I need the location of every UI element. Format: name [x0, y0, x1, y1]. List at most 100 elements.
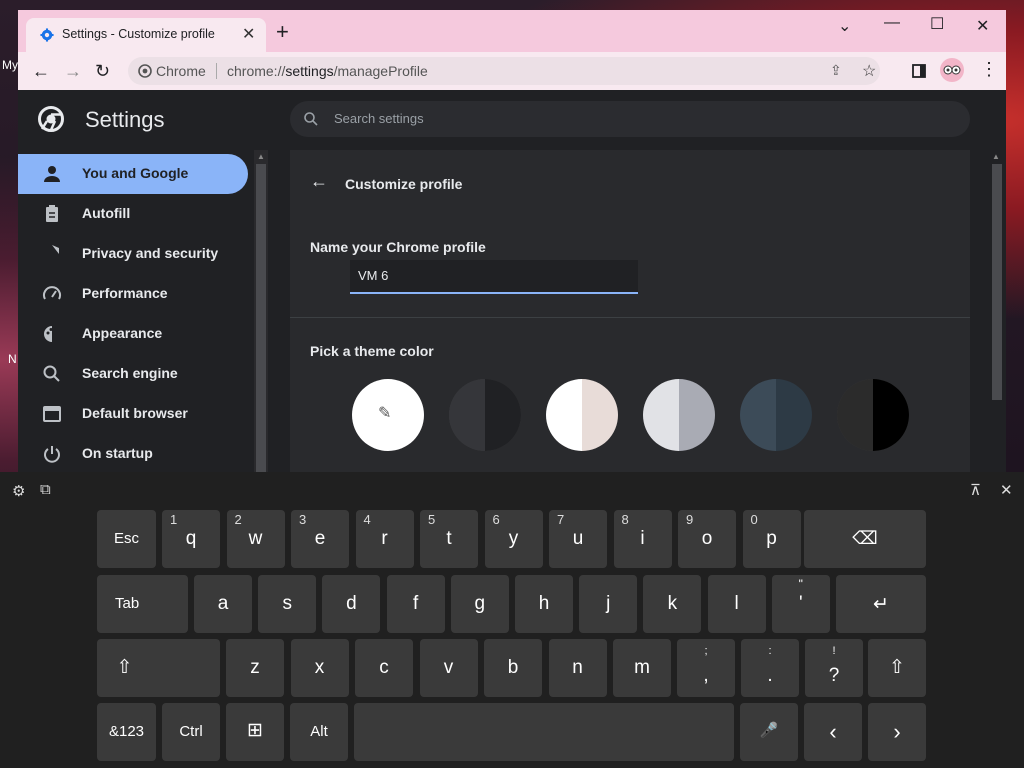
microphone-key[interactable]: 🎤	[740, 703, 798, 761]
key-w[interactable]: 2w	[226, 510, 285, 568]
key-punct[interactable]: !?	[805, 639, 863, 697]
key-o[interactable]: 9o	[678, 510, 736, 568]
minimize-button[interactable]: —	[884, 14, 900, 32]
key-punct[interactable]: ;,	[677, 639, 735, 697]
key-d[interactable]: d	[322, 575, 381, 633]
key-j[interactable]: j	[579, 575, 638, 633]
profile-name-field[interactable]	[350, 260, 642, 290]
kebab-menu-icon[interactable]: ⋮	[980, 60, 998, 78]
new-tab-button[interactable]: +	[276, 21, 289, 43]
key-a[interactable]: a	[194, 575, 252, 633]
sidebar-item-appearance[interactable]: Appearance	[18, 314, 248, 354]
key-b[interactable]: b	[484, 639, 542, 697]
maximize-button[interactable]: ☐	[930, 14, 944, 34]
theme-swatch-custom-color[interactable]: ✎	[352, 379, 424, 451]
key-p[interactable]: 0p	[742, 510, 801, 568]
theme-swatch-grey-dark[interactable]	[449, 379, 521, 451]
search-icon	[304, 112, 318, 126]
tab-close-icon[interactable]: ✕	[242, 24, 255, 44]
key-n[interactable]: n	[548, 639, 607, 697]
keyboard-settings-icon[interactable]: ⚙	[12, 482, 25, 500]
sidebar-item-label: Autofill	[82, 205, 131, 221]
left-arrow-key[interactable]: ‹	[804, 703, 862, 761]
key-u[interactable]: 7u	[549, 510, 607, 568]
share-icon[interactable]: ⇪	[830, 62, 842, 79]
key-m[interactable]: m	[613, 639, 671, 697]
key-s[interactable]: s	[258, 575, 317, 633]
sidebar-item-default-browser[interactable]: Default browser	[18, 394, 248, 434]
side-panel-icon[interactable]	[912, 64, 926, 78]
profile-name-input[interactable]	[350, 260, 642, 294]
sidebar-item-performance[interactable]: Performance	[18, 274, 248, 314]
browser-tab[interactable]: Settings - Customize profile ✕	[26, 18, 266, 52]
chrome-window: Settings - Customize profile ✕ + ⌄ — ☐ ✕…	[18, 10, 1006, 472]
key-l[interactable]: l	[707, 575, 766, 633]
key-v[interactable]: v	[419, 639, 478, 697]
sidebar-item-on-startup[interactable]: On startup	[18, 434, 248, 472]
main-scrollbar[interactable]: ▲	[988, 150, 1006, 472]
profile-avatar[interactable]	[940, 58, 964, 82]
key-f[interactable]: f	[386, 575, 445, 633]
key-x[interactable]: x	[290, 639, 349, 697]
tab-search-dropdown-icon[interactable]: ⌄	[838, 16, 851, 36]
back-arrow-icon[interactable]: ←	[310, 172, 328, 190]
key-y[interactable]: 6y	[484, 510, 543, 568]
right-shift-key[interactable]: ⇧	[868, 639, 926, 697]
key-r[interactable]: 4r	[355, 510, 414, 568]
keyboard-close-icon[interactable]: ✕	[1000, 481, 1013, 499]
eyedropper-icon: ✎	[378, 405, 392, 422]
scrollbar-thumb[interactable]	[256, 164, 266, 472]
key-t[interactable]: 5t	[420, 510, 478, 568]
key-h[interactable]: h	[515, 575, 573, 633]
chrome-logo-icon	[38, 106, 64, 132]
theme-swatch-black[interactable]	[837, 379, 909, 451]
forward-button[interactable]: →	[64, 61, 82, 81]
key-i[interactable]: 8i	[613, 510, 672, 568]
sidebar-item-autofill[interactable]: Autofill	[18, 194, 248, 234]
backspace-key[interactable]: ⌫	[804, 510, 926, 568]
key-q[interactable]: 1q	[162, 510, 220, 568]
address-bar[interactable]: Chrome chrome://settings/manageProfile ⇪…	[128, 57, 880, 85]
key-e[interactable]: 3e	[291, 510, 349, 568]
sidebar-item-label: On startup	[82, 445, 153, 461]
sidebar-item-label: Performance	[82, 285, 168, 301]
alt-key[interactable]: Alt	[290, 703, 348, 761]
theme-swatch-beige[interactable]	[546, 379, 618, 451]
key-z[interactable]: z	[226, 639, 284, 697]
bookmark-star-icon[interactable]: ☆	[862, 61, 876, 81]
theme-swatch-light-grey[interactable]	[643, 379, 715, 451]
reload-button[interactable]: ↻	[95, 61, 110, 81]
keyboard-dock-icon[interactable]: ⊼	[970, 481, 981, 499]
sidebar-scrollbar[interactable]: ▲	[254, 150, 268, 472]
scrollbar-thumb[interactable]	[992, 164, 1002, 400]
keyboard-layout-icon[interactable]: ⧉	[40, 481, 51, 498]
close-window-button[interactable]: ✕	[976, 16, 989, 36]
left-shift-key[interactable]: ⇧	[97, 639, 220, 697]
sidebar-item-label: You and Google	[82, 165, 189, 181]
key-esc[interactable]: Esc	[97, 510, 156, 568]
symbols-key[interactable]: &123	[97, 703, 156, 761]
key-punct[interactable]: :.	[741, 639, 799, 697]
key-k[interactable]: k	[643, 575, 702, 633]
key-c[interactable]: c	[355, 639, 413, 697]
search-icon	[43, 365, 60, 382]
windows-key[interactable]: ⊞	[226, 703, 284, 761]
back-button[interactable]: ←	[32, 61, 50, 81]
power-icon	[44, 446, 60, 463]
sidebar-item-privacy-and-security[interactable]: Privacy and security	[18, 234, 248, 274]
sidebar-item-search-engine[interactable]: Search engine	[18, 354, 248, 394]
scroll-up-arrow-icon[interactable]: ▲	[257, 152, 265, 161]
sidebar-item-you-and-google[interactable]: You and Google	[18, 154, 248, 194]
search-placeholder: Search settings	[334, 111, 424, 126]
shield-icon	[52, 245, 59, 254]
search-settings-input[interactable]: Search settings	[290, 101, 970, 137]
space-key[interactable]	[354, 703, 734, 761]
right-arrow-key[interactable]: ›	[868, 703, 926, 761]
key-apostrophe[interactable]: " '	[771, 575, 830, 633]
key-g[interactable]: g	[450, 575, 509, 633]
theme-swatch-slate[interactable]	[740, 379, 812, 451]
enter-key[interactable]: ↵	[836, 575, 926, 633]
ctrl-key[interactable]: Ctrl	[162, 703, 220, 761]
tab-key[interactable]: Tab	[97, 575, 188, 633]
scroll-up-arrow-icon[interactable]: ▲	[992, 152, 1000, 161]
